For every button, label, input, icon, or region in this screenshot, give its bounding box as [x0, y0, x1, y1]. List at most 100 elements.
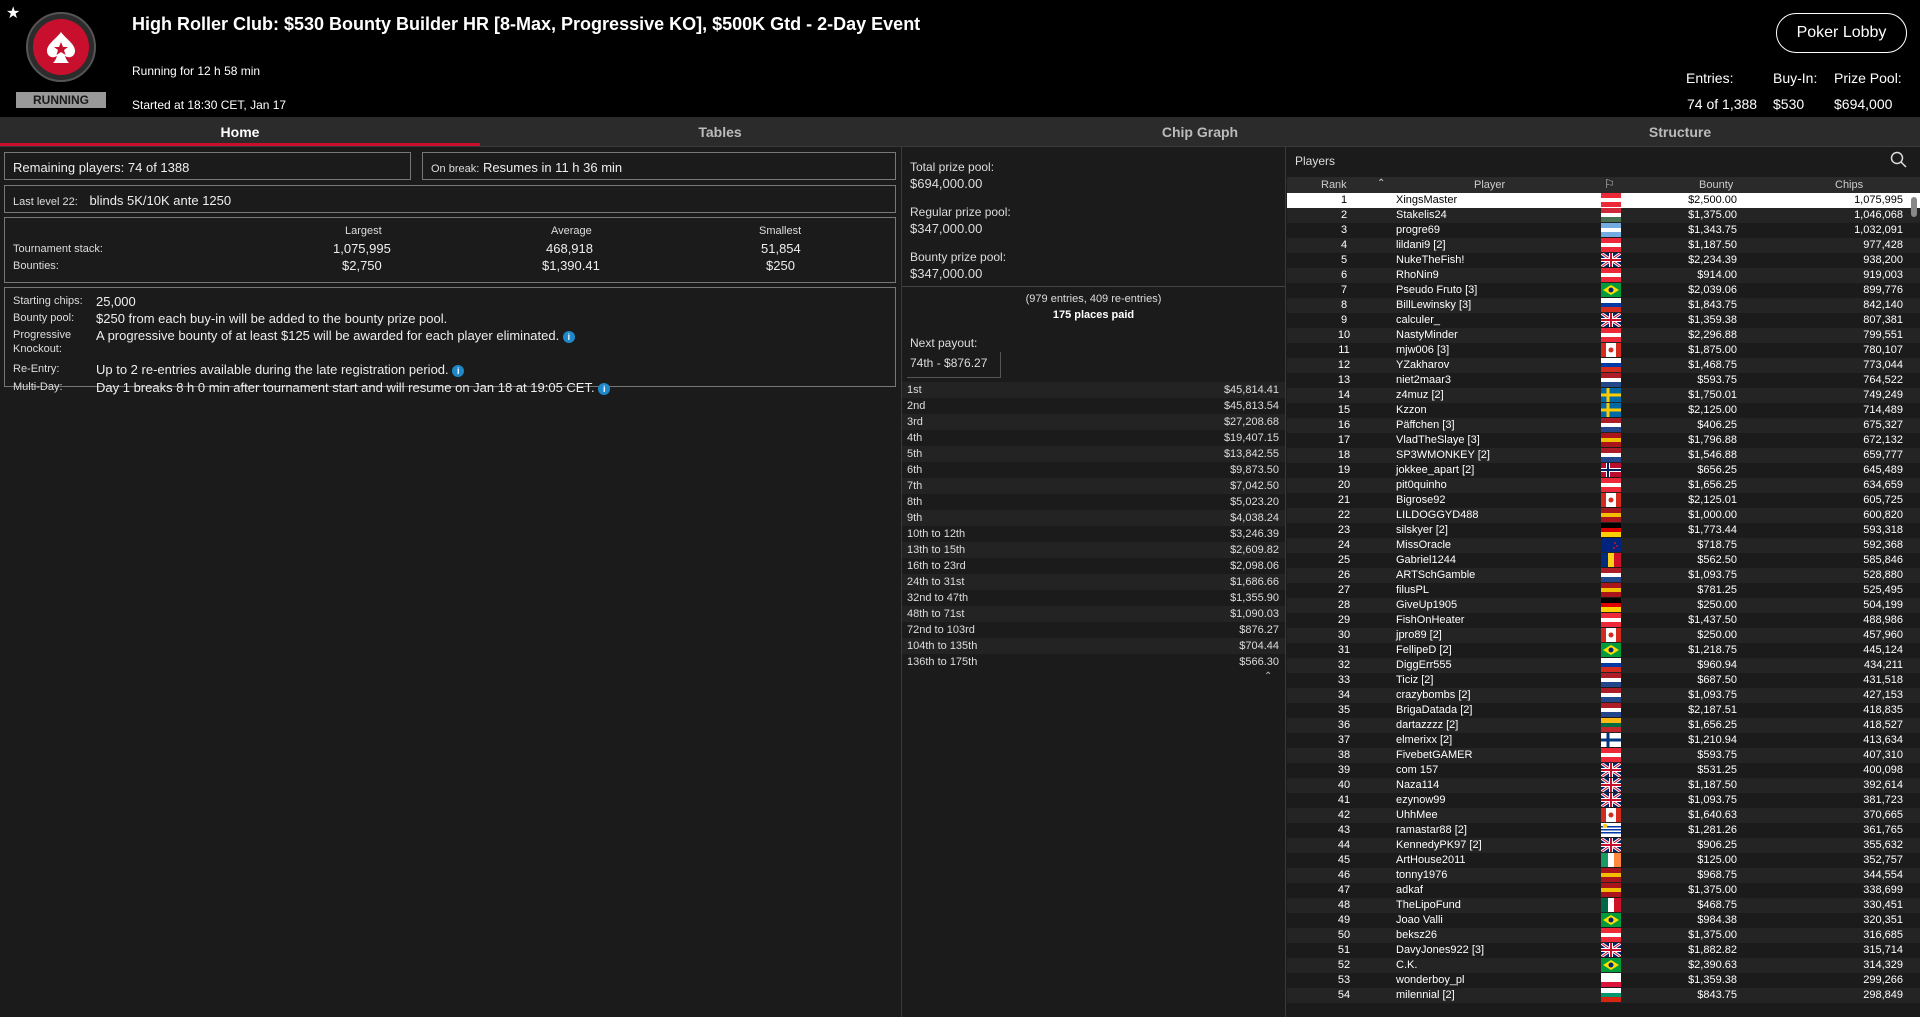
- payout-place: 5th: [907, 448, 923, 460]
- table-row[interactable]: 50 beksz26 $1,375.00 316,685: [1287, 928, 1920, 943]
- player-name: com 157: [1396, 764, 1439, 776]
- player-rank: 12: [1337, 359, 1351, 371]
- table-row[interactable]: 48 TheLipoFund $468.75 330,451: [1287, 898, 1920, 913]
- payout-place: 9th: [907, 512, 923, 524]
- table-row[interactable]: 23 silskyer [2] $1,773.44 593,318: [1287, 523, 1920, 538]
- player-rank: 46: [1337, 869, 1351, 881]
- table-row[interactable]: 8 BillLewinsky [3] $1,843.75 842,140: [1287, 298, 1920, 313]
- table-row[interactable]: 12 YZakharov $1,468.75 773,044: [1287, 358, 1920, 373]
- collapse-chevron-icon[interactable]: ⌃: [1264, 671, 1272, 682]
- col-rank[interactable]: Rank: [1321, 179, 1347, 191]
- sort-up-icon[interactable]: ⌃: [1377, 178, 1385, 189]
- player-rank: 45: [1337, 854, 1351, 866]
- table-row[interactable]: 39 com 157 $531.25 400,098: [1287, 761, 1920, 779]
- player-chips: 634,659: [1863, 479, 1903, 491]
- table-row[interactable]: 28 GiveUp1905 $250.00 504,199: [1287, 598, 1920, 613]
- col-player[interactable]: Player: [1474, 179, 1505, 191]
- poker-lobby-button[interactable]: Poker Lobby: [1776, 13, 1907, 53]
- table-row[interactable]: 54 milennial [2] $843.75 298,849: [1287, 988, 1920, 1003]
- running-duration: Running for 12 h 58 min: [132, 64, 261, 78]
- payout-row: 136th to 175th $566.30: [902, 654, 1285, 670]
- table-row[interactable]: 34 crazybombs [2] $1,093.75 427,153: [1287, 688, 1920, 703]
- player-chips: 1,046,068: [1854, 209, 1903, 221]
- table-row[interactable]: 5 NukeTheFish! $2,234.39 938,200: [1287, 251, 1920, 269]
- table-row[interactable]: 38 FivebetGAMER $593.75 407,310: [1287, 748, 1920, 763]
- table-row[interactable]: 36 dartazzzz [2] $1,656.25 418,527: [1287, 718, 1920, 733]
- table-row[interactable]: 52 C.K. $2,390.63 314,329: [1287, 958, 1920, 973]
- table-row[interactable]: 6 RhoNin9 $914.00 919,003: [1287, 268, 1920, 283]
- table-row[interactable]: 53 wonderboy_pl $1,359.38 299,266: [1287, 973, 1920, 988]
- player-rank: 42: [1337, 809, 1351, 821]
- player-name: wonderboy_pl: [1396, 974, 1465, 986]
- table-row[interactable]: 41 ezynow99 $1,093.75 381,723: [1287, 791, 1920, 809]
- table-row[interactable]: 35 BrigaDatada [2] $2,187.51 418,835: [1287, 703, 1920, 718]
- table-row[interactable]: 2 Stakelis24 $1,375.00 1,046,068: [1287, 208, 1920, 223]
- table-row[interactable]: 47 adkaf $1,375.00 338,699: [1287, 883, 1920, 898]
- table-row[interactable]: 13 niet2maar3 $593.75 764,522: [1287, 373, 1920, 388]
- tab-structure[interactable]: Structure: [1440, 117, 1920, 146]
- payout-place: 48th to 71st: [907, 608, 965, 620]
- table-row[interactable]: 18 SP3WMONKEY [2] $1,546.88 659,777: [1287, 448, 1920, 463]
- table-row[interactable]: 16 Päffchen [3] $406.25 675,327: [1287, 418, 1920, 433]
- table-row[interactable]: 46 tonny1976 $968.75 344,554: [1287, 868, 1920, 883]
- player-chips: 764,522: [1863, 374, 1903, 386]
- start-time: Started at 18:30 CET, Jan 17: [132, 98, 287, 112]
- flag-column-icon[interactable]: ⚐: [1604, 177, 1615, 191]
- search-icon[interactable]: [1890, 151, 1908, 169]
- onbreak-value: Resumes in 11 h 36 min: [482, 160, 623, 175]
- stack-average: 468,918: [546, 241, 593, 256]
- player-chips: 315,714: [1863, 944, 1903, 956]
- player-rank: 43: [1337, 824, 1351, 836]
- player-chips: 938,200: [1863, 254, 1903, 266]
- table-row[interactable]: 20 pit0quinho $1,656.25 634,659: [1287, 478, 1920, 493]
- table-row[interactable]: 40 Naza114 $1,187.50 392,614: [1287, 776, 1920, 794]
- table-row[interactable]: 44 KennedyPK97 [2] $906.25 355,632: [1287, 836, 1920, 854]
- table-row[interactable]: 21 Bigrose92 $2,125.01 605,725: [1287, 493, 1920, 508]
- table-row[interactable]: 22 LILDOGGYD488 $1,000.00 600,820: [1287, 508, 1920, 523]
- table-row[interactable]: 10 NastyMinder $2,296.88 799,551: [1287, 328, 1920, 343]
- table-row[interactable]: 30 jpro89 [2] $250.00 457,960: [1287, 628, 1920, 643]
- table-row[interactable]: 1 XingsMaster $2,500.00 1,075,995: [1287, 193, 1920, 208]
- table-row[interactable]: 11 mjw006 [3] $1,875.00 780,107: [1287, 343, 1920, 358]
- table-row[interactable]: 31 FellipeD [2] $1,218.75 445,124: [1287, 643, 1920, 658]
- table-row[interactable]: 25 Gabriel1244 $562.50 585,846: [1287, 553, 1920, 568]
- table-row[interactable]: 4 lildani9 [2] $1,187.50 977,428: [1287, 238, 1920, 253]
- table-row[interactable]: 51 DavyJones922 [3] $1,882.82 315,714: [1287, 941, 1920, 959]
- tab-chip-graph[interactable]: Chip Graph: [960, 117, 1440, 146]
- table-row[interactable]: 49 Joao Valli $984.38 320,351: [1287, 913, 1920, 928]
- col-largest: Largest: [345, 225, 382, 237]
- players-scrollbar[interactable]: [1911, 197, 1917, 217]
- table-row[interactable]: 17 VladTheSlaye [3] $1,796.88 672,132: [1287, 433, 1920, 448]
- info-icon[interactable]: i: [562, 331, 575, 343]
- tab-home[interactable]: Home: [0, 117, 480, 146]
- table-row[interactable]: 33 Ticiz [2] $687.50 431,518: [1287, 673, 1920, 688]
- player-rank: 18: [1337, 449, 1351, 461]
- col-chips[interactable]: Chips: [1835, 179, 1863, 191]
- on-break-box: On break: Resumes in 11 h 36 min: [422, 152, 896, 180]
- info-icon[interactable]: i: [452, 365, 465, 377]
- table-row[interactable]: 19 jokkee_apart [2] $656.25 645,489: [1287, 463, 1920, 478]
- tab-tables[interactable]: Tables: [480, 117, 960, 146]
- table-row[interactable]: 9 calculer_ $1,359.38 807,381: [1287, 311, 1920, 329]
- table-row[interactable]: 43 ramastar88 [2] $1,281.26 361,765: [1287, 823, 1920, 838]
- info-icon[interactable]: i: [598, 383, 611, 395]
- player-rank: 23: [1337, 524, 1351, 536]
- col-bounty[interactable]: Bounty: [1699, 179, 1733, 191]
- player-name: ArtHouse2011: [1396, 854, 1466, 866]
- favorite-star-icon[interactable]: ★: [6, 3, 20, 23]
- table-row[interactable]: 32 DiggErr555 $960.94 434,211: [1287, 658, 1920, 673]
- table-row[interactable]: 27 filusPL $781.25 525,495: [1287, 583, 1920, 598]
- player-bounty: $1,093.75: [1688, 569, 1737, 581]
- table-row[interactable]: 29 FishOnHeater $1,437.50 488,986: [1287, 613, 1920, 628]
- table-row[interactable]: 7 Pseudo Fruto [3] $2,039.06 899,776: [1287, 283, 1920, 298]
- player-rank: 25: [1337, 554, 1351, 566]
- table-row[interactable]: 37 elmerixx [2] $1,210.94 413,634: [1287, 733, 1920, 748]
- table-row[interactable]: 24 MissOracle $718.75 592,368: [1287, 538, 1920, 553]
- table-row[interactable]: 26 ARTSchGamble $1,093.75 528,880: [1287, 568, 1920, 583]
- table-row[interactable]: 42 UhhMee $1,640.63 370,665: [1287, 808, 1920, 823]
- table-row[interactable]: 14 z4muz [2] $1,750.01 749,249: [1287, 388, 1920, 403]
- table-row[interactable]: 45 ArtHouse2011 $125.00 352,757: [1287, 853, 1920, 868]
- next-payout-value: 74th - $876.27: [907, 352, 1001, 378]
- table-row[interactable]: 15 Kzzon $2,125.00 714,489: [1287, 403, 1920, 418]
- table-row[interactable]: 3 progre69 $1,343.75 1,032,091: [1287, 223, 1920, 238]
